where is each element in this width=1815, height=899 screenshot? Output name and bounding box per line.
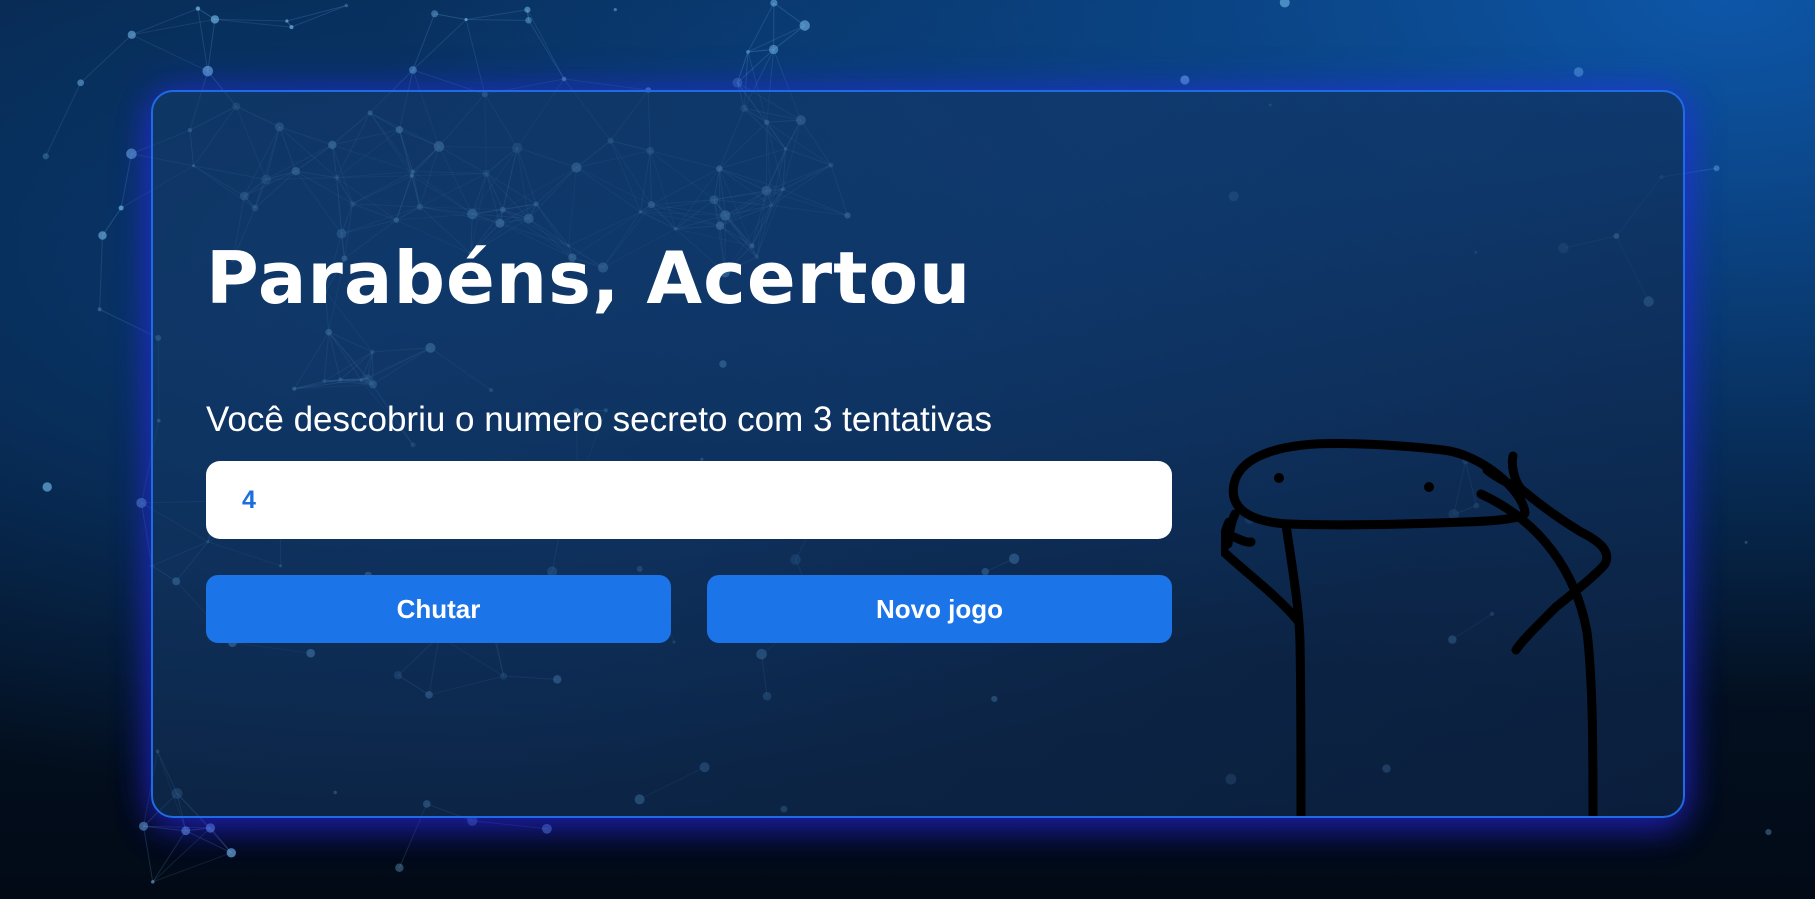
result-message: Você descobriu o numero secreto com 3 te… [206, 400, 992, 439]
page-title: Parabéns, Acertou [206, 236, 972, 320]
guess-input[interactable] [206, 461, 1172, 539]
new-game-button[interactable]: Novo jogo [707, 575, 1172, 643]
flork-meme-character-icon [1221, 438, 1612, 816]
game-card: Parabéns, Acertou Você descobriu o numer… [151, 90, 1685, 818]
guess-button[interactable]: Chutar [206, 575, 671, 643]
